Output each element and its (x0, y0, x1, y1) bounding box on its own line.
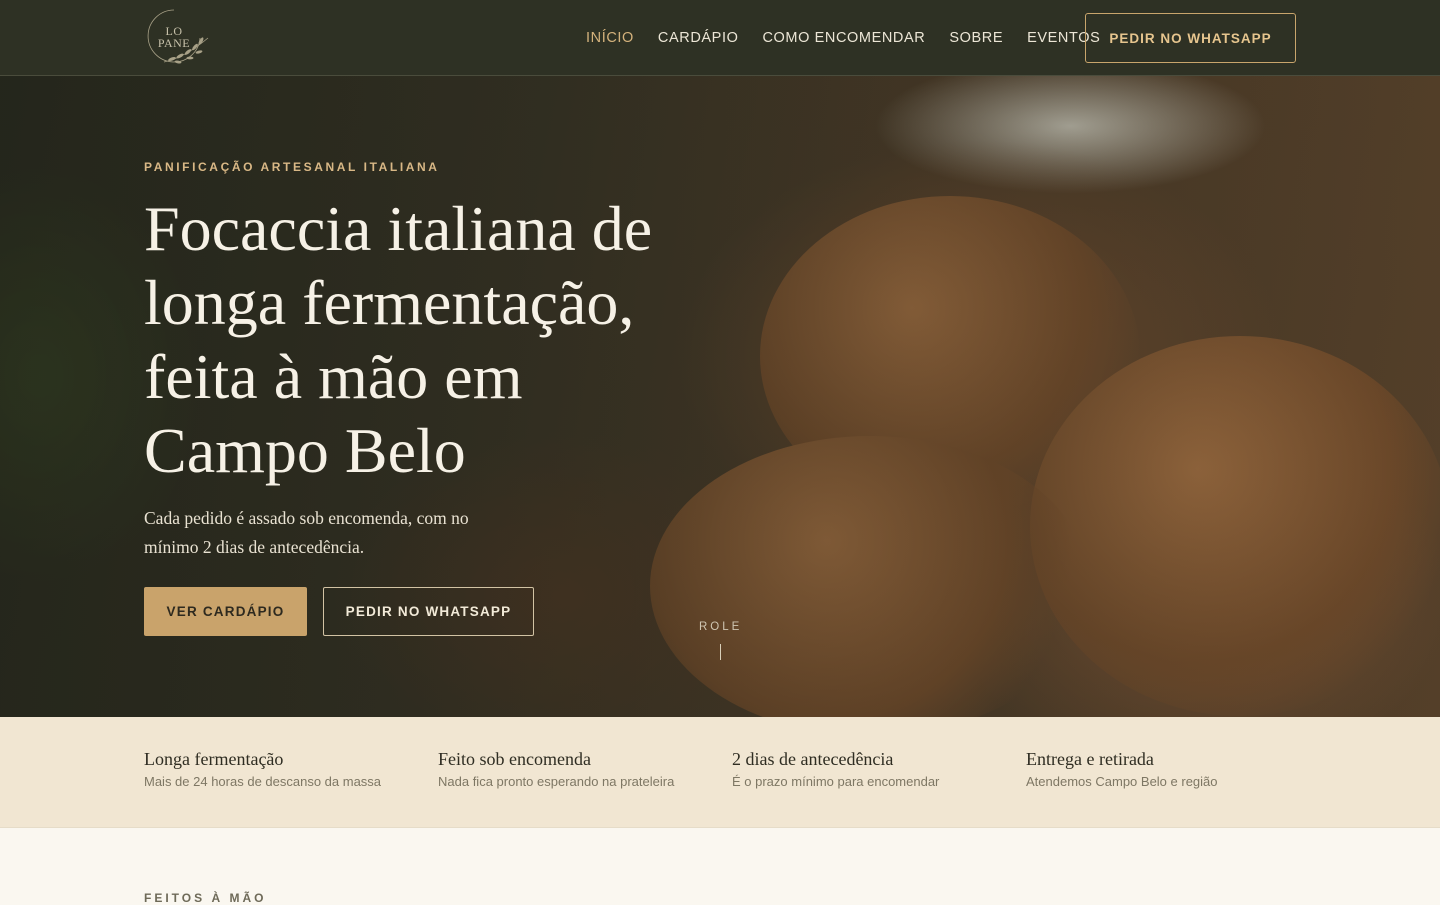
feature-title: Longa fermentação (144, 749, 284, 769)
features-strip: Longa fermentação Mais de 24 horas de de… (0, 717, 1440, 828)
feature-item: 2 dias de antecedência É o prazo mínimo … (732, 749, 1002, 789)
hero-bread-image (650, 436, 1090, 717)
feature-description: É o prazo mínimo para encomendar (732, 774, 940, 789)
feature-description: Nada fica pronto esperando na prateleira (438, 774, 675, 789)
feature-description: Atendemos Campo Belo e região (1026, 774, 1218, 789)
hero-whatsapp-button[interactable]: PEDIR NO WHATSAPP (323, 587, 534, 636)
nav-item-sobre[interactable]: SOBRE (949, 30, 1003, 46)
hero-eyebrow: PANIFICAÇÃO ARTESANAL ITALIANA (144, 160, 440, 174)
section-eyebrow: FEITOS À MÃO (144, 891, 267, 905)
nav-item-inicio[interactable]: INÍCIO (586, 30, 634, 46)
main-nav: INÍCIO CARDÁPIO COMO ENCOMENDAR SOBRE EV… (586, 0, 1100, 76)
brand-logo[interactable]: LO PANE (144, 8, 212, 66)
products-section: FEITOS À MÃO (0, 829, 1440, 905)
feature-item: Entrega e retirada Atendemos Campo Belo … (1026, 749, 1296, 789)
feature-description: Mais de 24 horas de descanso da massa (144, 774, 382, 789)
feature-item: Feito sob encomenda Nada fica pronto esp… (438, 749, 708, 789)
hero-section: PANIFICAÇÃO ARTESANAL ITALIANA Focaccia … (0, 76, 1440, 717)
feature-item: Longa fermentação Mais de 24 horas de de… (144, 749, 414, 789)
hero-bread-image (760, 196, 1140, 516)
hero-title: Focaccia italiana de longa fermentação, … (144, 193, 653, 486)
nav-item-como-encomendar[interactable]: COMO ENCOMENDAR (762, 30, 925, 46)
scroll-indicator-line (720, 644, 721, 660)
view-menu-button[interactable]: VER CARDÁPIO (144, 587, 307, 636)
logo-text: LO PANE (157, 24, 191, 50)
site-header: LO PANE INÍCIO CARDÁPIO COMO ENCOMENDAR … (0, 0, 1440, 76)
feature-title: 2 dias de antecedência (732, 749, 894, 769)
hero-subtitle: Cada pedido é assado sob encomenda, com … (144, 508, 469, 557)
feature-title: Feito sob encomenda (438, 749, 591, 769)
header-whatsapp-button[interactable]: PEDIR NO WHATSAPP (1085, 13, 1296, 63)
hero-bread-image (1030, 336, 1440, 716)
scroll-hint[interactable]: ROLE (699, 621, 742, 633)
feature-title: Entrega e retirada (1026, 749, 1154, 769)
nav-item-cardapio[interactable]: CARDÁPIO (658, 30, 739, 46)
